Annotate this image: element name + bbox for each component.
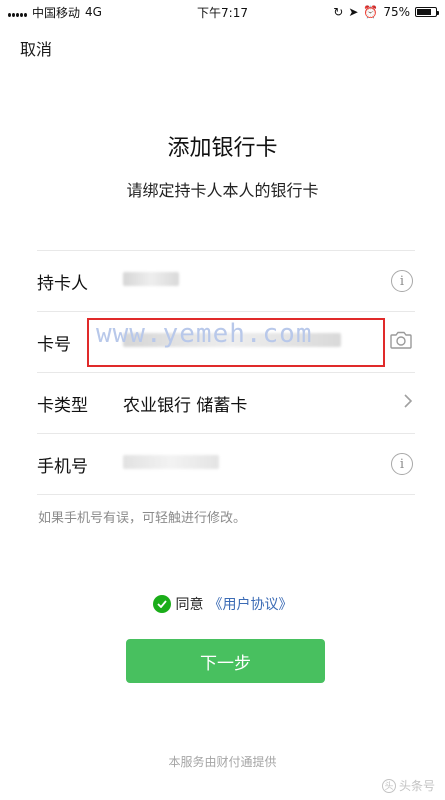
alarm-icon: ⏰: [363, 5, 379, 19]
cardholder-row[interactable]: 持卡人 i: [37, 251, 415, 312]
scan-card-button[interactable]: [389, 330, 413, 354]
location-icon: ➤: [348, 5, 359, 19]
cardholder-value[interactable]: [123, 271, 415, 291]
info-icon: i: [391, 453, 413, 475]
signal-icon: [8, 8, 27, 17]
phone-info-button[interactable]: i: [391, 453, 413, 475]
card-type-label: 卡类型: [37, 395, 88, 416]
phone-redacted: [123, 455, 219, 469]
status-right: ↻ ➤ ⏰ 75%: [333, 5, 439, 19]
status-bar: 中国移动 4G 下午7:17 ↻ ➤ ⏰ 75%: [0, 0, 445, 24]
status-time: 下午7:17: [197, 5, 248, 20]
phone-row[interactable]: 手机号 i: [37, 434, 415, 495]
corner-watermark-text: 头条号: [398, 779, 435, 793]
next-button[interactable]: 下一步: [126, 639, 325, 683]
agreement-prefix: 同意: [175, 597, 204, 613]
corner-watermark: 头 头条号: [381, 777, 435, 794]
phone-label: 手机号: [37, 456, 88, 477]
card-type-value: 农业银行 储蓄卡: [123, 395, 248, 416]
phone-hint: 如果手机号有误，可轻触进行修改。: [38, 511, 247, 526]
battery-icon: [415, 7, 439, 17]
status-left: 中国移动 4G: [8, 4, 102, 21]
cardholder-label: 持卡人: [37, 273, 88, 294]
red-highlight-box: [87, 318, 385, 367]
cardholder-info-button[interactable]: i: [391, 270, 413, 292]
battery-percent: 75%: [383, 5, 410, 19]
carrier-label: 中国移动: [32, 5, 81, 20]
page-title: 添加银行卡: [167, 136, 278, 161]
user-agreement-link[interactable]: 《用户协议》: [209, 594, 293, 614]
agreement-row[interactable]: 同意 《用户协议》: [0, 594, 445, 614]
card-type-row[interactable]: 卡类型 农业银行 储蓄卡: [37, 373, 415, 434]
info-icon: i: [391, 270, 413, 292]
card-type-chevron: [403, 393, 413, 413]
phone-input[interactable]: [123, 454, 415, 474]
cancel-button[interactable]: 取消: [20, 36, 52, 60]
network-label: 4G: [85, 5, 102, 19]
camera-icon: [390, 331, 412, 349]
cardholder-redacted: [123, 272, 179, 286]
toutiao-logo-icon: 头: [381, 778, 396, 793]
page-subtitle: 请绑定持卡人本人的银行卡: [126, 181, 319, 200]
chevron-right-icon: [404, 394, 413, 408]
check-icon[interactable]: [152, 595, 171, 613]
battery-fill: [417, 9, 431, 15]
service-provider-footer: 本服务由财付通提供: [168, 755, 277, 769]
screen-lock-icon: ↻: [333, 5, 344, 19]
bank-card-form: 持卡人 i 卡号 卡类型 农业银行 储蓄卡 手机号 i: [37, 250, 415, 495]
